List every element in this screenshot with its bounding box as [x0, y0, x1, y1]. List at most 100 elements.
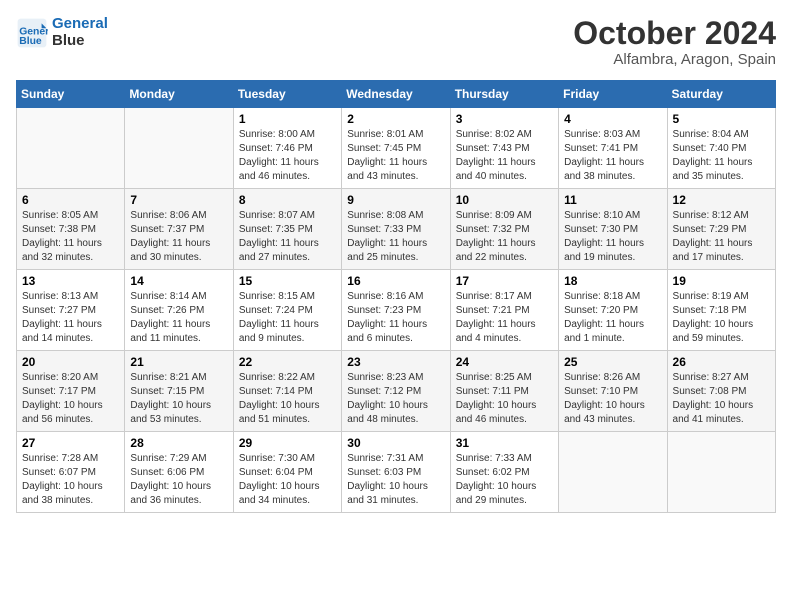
weekday-header-wednesday: Wednesday: [342, 81, 450, 108]
logo-icon: General Blue: [16, 17, 48, 49]
day-info: Sunrise: 8:14 AM Sunset: 7:26 PM Dayligh…: [130, 290, 227, 346]
day-cell: 2 Sunrise: 8:01 AM Sunset: 7:45 PM Daylig…: [342, 108, 450, 189]
day-cell: 22Sunrise: 8:22 AM Sunset: 7:14 PM Dayli…: [233, 351, 341, 432]
header-row: SundayMondayTuesdayWednesdayThursdayFrid…: [17, 81, 776, 108]
day-number: 29: [239, 436, 336, 450]
day-cell: 6Sunrise: 8:05 AM Sunset: 7:38 PM Daylig…: [17, 189, 125, 270]
day-info: Sunrise: 7:29 AM Sunset: 6:06 PM Dayligh…: [130, 452, 227, 508]
day-cell: 12 Sunrise: 8:12 AM Sunset: 7:29 PM Dayli…: [667, 189, 775, 270]
svg-text:Blue: Blue: [19, 36, 42, 47]
day-cell: 3 Sunrise: 8:02 AM Sunset: 7:43 PM Daylig…: [450, 108, 558, 189]
week-row-2: 6Sunrise: 8:05 AM Sunset: 7:38 PM Daylig…: [17, 189, 776, 270]
day-info: Sunrise: 8:01 AM Sunset: 7:45 PM Dayligh…: [347, 128, 444, 184]
week-row-3: 13Sunrise: 8:13 AM Sunset: 7:27 PM Dayli…: [17, 270, 776, 351]
day-cell: 15 Sunrise: 8:15 AM Sunset: 7:24 PM Dayli…: [233, 270, 341, 351]
day-number: 14: [130, 274, 227, 288]
calendar-table: SundayMondayTuesdayWednesdayThursdayFrid…: [16, 80, 776, 513]
day-info: Sunrise: 8:10 AM Sunset: 7:30 PM Dayligh…: [564, 209, 661, 265]
week-row-1: 1 Sunrise: 8:00 AM Sunset: 7:46 PM Daylig…: [17, 108, 776, 189]
day-number: 8: [239, 193, 336, 207]
day-cell: 25 Sunrise: 8:26 AM Sunset: 7:10 PM Dayli…: [559, 351, 667, 432]
day-info: Sunrise: 7:30 AM Sunset: 6:04 PM Dayligh…: [239, 452, 336, 508]
location: Alfambra, Aragon, Spain: [573, 51, 776, 68]
day-cell: 20 Sunrise: 8:20 AM Sunset: 7:17 PM Dayli…: [17, 351, 125, 432]
logo: General Blue General Blue: [16, 16, 108, 49]
day-cell: 30 Sunrise: 7:31 AM Sunset: 6:03 PM Dayli…: [342, 432, 450, 513]
day-number: 28: [130, 436, 227, 450]
logo-general: General: [52, 15, 108, 32]
day-info: Sunrise: 8:18 AM Sunset: 7:20 PM Dayligh…: [564, 290, 661, 346]
day-number: 16: [347, 274, 444, 288]
weekday-header-friday: Friday: [559, 81, 667, 108]
day-cell: 10 Sunrise: 8:09 AM Sunset: 7:32 PM Dayli…: [450, 189, 558, 270]
day-number: 31: [456, 436, 553, 450]
day-info: Sunrise: 8:15 AM Sunset: 7:24 PM Dayligh…: [239, 290, 336, 346]
weekday-header-sunday: Sunday: [17, 81, 125, 108]
day-cell: 23Sunrise: 8:23 AM Sunset: 7:12 PM Dayli…: [342, 351, 450, 432]
day-info: Sunrise: 8:08 AM Sunset: 7:33 PM Dayligh…: [347, 209, 444, 265]
day-info: Sunrise: 8:02 AM Sunset: 7:43 PM Dayligh…: [456, 128, 553, 184]
day-number: 7: [130, 193, 227, 207]
weekday-header-monday: Monday: [125, 81, 233, 108]
day-number: 30: [347, 436, 444, 450]
day-number: 26: [673, 355, 770, 369]
day-info: Sunrise: 8:20 AM Sunset: 7:17 PM Dayligh…: [22, 371, 119, 427]
day-cell: 4Sunrise: 8:03 AM Sunset: 7:41 PM Daylig…: [559, 108, 667, 189]
day-number: 25: [564, 355, 661, 369]
day-info: Sunrise: 8:05 AM Sunset: 7:38 PM Dayligh…: [22, 209, 119, 265]
day-cell: 21Sunrise: 8:21 AM Sunset: 7:15 PM Dayli…: [125, 351, 233, 432]
day-number: 2: [347, 112, 444, 126]
day-cell: [17, 108, 125, 189]
day-cell: [667, 432, 775, 513]
day-number: 3: [456, 112, 553, 126]
day-number: 20: [22, 355, 119, 369]
day-cell: 17Sunrise: 8:17 AM Sunset: 7:21 PM Dayli…: [450, 270, 558, 351]
title-area: October 2024 Alfambra, Aragon, Spain: [573, 16, 776, 68]
page-header: General Blue General Blue October 2024 A…: [16, 16, 776, 68]
day-info: Sunrise: 8:21 AM Sunset: 7:15 PM Dayligh…: [130, 371, 227, 427]
day-cell: [559, 432, 667, 513]
day-cell: 18 Sunrise: 8:18 AM Sunset: 7:20 PM Dayli…: [559, 270, 667, 351]
day-info: Sunrise: 8:09 AM Sunset: 7:32 PM Dayligh…: [456, 209, 553, 265]
day-number: 10: [456, 193, 553, 207]
day-cell: 14 Sunrise: 8:14 AM Sunset: 7:26 PM Dayli…: [125, 270, 233, 351]
day-number: 22: [239, 355, 336, 369]
day-info: Sunrise: 8:19 AM Sunset: 7:18 PM Dayligh…: [673, 290, 770, 346]
day-cell: 16 Sunrise: 8:16 AM Sunset: 7:23 PM Dayli…: [342, 270, 450, 351]
weekday-header-saturday: Saturday: [667, 81, 775, 108]
day-cell: 5 Sunrise: 8:04 AM Sunset: 7:40 PM Daylig…: [667, 108, 775, 189]
day-cell: 28 Sunrise: 7:29 AM Sunset: 6:06 PM Dayli…: [125, 432, 233, 513]
day-info: Sunrise: 8:16 AM Sunset: 7:23 PM Dayligh…: [347, 290, 444, 346]
day-number: 1: [239, 112, 336, 126]
day-number: 5: [673, 112, 770, 126]
day-info: Sunrise: 8:13 AM Sunset: 7:27 PM Dayligh…: [22, 290, 119, 346]
day-number: 18: [564, 274, 661, 288]
day-cell: 24Sunrise: 8:25 AM Sunset: 7:11 PM Dayli…: [450, 351, 558, 432]
day-number: 23: [347, 355, 444, 369]
calendar-header: SundayMondayTuesdayWednesdayThursdayFrid…: [17, 81, 776, 108]
day-info: Sunrise: 7:28 AM Sunset: 6:07 PM Dayligh…: [22, 452, 119, 508]
day-cell: 19Sunrise: 8:19 AM Sunset: 7:18 PM Dayli…: [667, 270, 775, 351]
day-info: Sunrise: 8:06 AM Sunset: 7:37 PM Dayligh…: [130, 209, 227, 265]
day-cell: 1 Sunrise: 8:00 AM Sunset: 7:46 PM Daylig…: [233, 108, 341, 189]
day-number: 24: [456, 355, 553, 369]
day-number: 9: [347, 193, 444, 207]
day-number: 4: [564, 112, 661, 126]
logo-blue: Blue: [52, 32, 85, 49]
week-row-5: 27Sunrise: 7:28 AM Sunset: 6:07 PM Dayli…: [17, 432, 776, 513]
day-number: 15: [239, 274, 336, 288]
day-cell: 9 Sunrise: 8:08 AM Sunset: 7:33 PM Daylig…: [342, 189, 450, 270]
day-info: Sunrise: 7:31 AM Sunset: 6:03 PM Dayligh…: [347, 452, 444, 508]
day-info: Sunrise: 8:17 AM Sunset: 7:21 PM Dayligh…: [456, 290, 553, 346]
day-info: Sunrise: 8:12 AM Sunset: 7:29 PM Dayligh…: [673, 209, 770, 265]
day-info: Sunrise: 8:00 AM Sunset: 7:46 PM Dayligh…: [239, 128, 336, 184]
day-number: 11: [564, 193, 661, 207]
day-info: Sunrise: 8:04 AM Sunset: 7:40 PM Dayligh…: [673, 128, 770, 184]
day-number: 12: [673, 193, 770, 207]
day-cell: 11 Sunrise: 8:10 AM Sunset: 7:30 PM Dayli…: [559, 189, 667, 270]
week-row-4: 20 Sunrise: 8:20 AM Sunset: 7:17 PM Dayli…: [17, 351, 776, 432]
day-cell: 27Sunrise: 7:28 AM Sunset: 6:07 PM Dayli…: [17, 432, 125, 513]
day-info: Sunrise: 8:26 AM Sunset: 7:10 PM Dayligh…: [564, 371, 661, 427]
weekday-header-tuesday: Tuesday: [233, 81, 341, 108]
weekday-header-thursday: Thursday: [450, 81, 558, 108]
